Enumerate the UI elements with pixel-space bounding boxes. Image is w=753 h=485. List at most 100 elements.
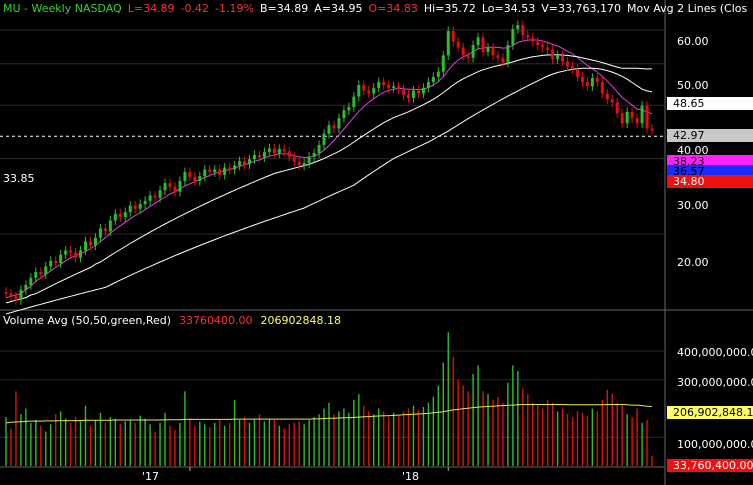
volume-bar	[601, 399, 604, 466]
candle-body	[49, 260, 53, 267]
volume-bar	[303, 424, 305, 466]
candle-body	[233, 165, 237, 170]
volume-tick: 400,000,000.00	[677, 346, 753, 359]
volume-bar	[507, 382, 509, 466]
volume-bar	[238, 420, 241, 466]
price-tick: 20.00	[677, 256, 709, 269]
candle-body	[551, 49, 555, 59]
volume-bar	[25, 408, 27, 466]
volume-bar	[298, 421, 300, 466]
volume-bar	[59, 411, 62, 466]
candle-body	[615, 102, 619, 114]
moving-average-line	[5, 39, 653, 299]
candle-body	[620, 113, 624, 124]
candle-body	[491, 47, 495, 56]
candle-body	[431, 76, 435, 83]
candle-body	[461, 47, 465, 56]
volume-bar	[184, 391, 186, 466]
change-percent: -1.19%	[215, 2, 254, 15]
candle-body	[183, 172, 187, 181]
volume-bar	[338, 411, 340, 466]
volume-bar	[457, 379, 459, 466]
candle-body	[536, 41, 540, 46]
candle-body	[108, 220, 112, 232]
candle-body	[471, 45, 475, 58]
volume-bar	[124, 421, 126, 466]
candle-body	[248, 159, 251, 165]
volume-study-label: Volume Avg (50,50,green,Red)	[3, 314, 172, 327]
volume-bar	[556, 411, 559, 466]
volume-bar	[581, 412, 584, 466]
candle-body	[416, 90, 420, 94]
candle-body	[367, 90, 371, 94]
volume-bar	[363, 405, 365, 466]
candle-body	[506, 45, 510, 63]
volume-bar	[497, 397, 499, 466]
volume-bar	[228, 422, 231, 466]
volume-bar	[591, 408, 594, 466]
candle-body	[54, 260, 58, 264]
candle-body	[287, 151, 291, 157]
volume-bar	[149, 424, 151, 466]
candle-body	[501, 57, 505, 63]
volume-bar	[626, 414, 628, 466]
candle-body	[282, 148, 286, 152]
candle-body	[382, 82, 386, 85]
volume-bar	[452, 356, 454, 466]
volume-bar	[5, 417, 7, 466]
candle-body	[98, 228, 102, 238]
volume-bar	[467, 391, 469, 466]
high-price: Hi=35.72	[423, 2, 476, 15]
volume-bar	[35, 420, 37, 466]
volume-bar	[358, 394, 360, 466]
volume-bar	[40, 425, 42, 466]
candle-body	[357, 84, 361, 97]
candle-body	[402, 89, 406, 95]
volume-bar	[209, 427, 211, 466]
candle-body	[29, 277, 33, 285]
candle-body	[19, 289, 23, 301]
volume-bar	[348, 412, 350, 466]
volume-bar	[129, 420, 131, 466]
volume-bar	[174, 430, 176, 466]
volume-tick: 300,000,000.00	[677, 376, 753, 389]
candle-body	[193, 176, 197, 181]
price-header: MU - Weekly NASDAQ L=34.89 -0.42 -1.19% B=34…	[3, 2, 753, 15]
volume-bar	[377, 408, 380, 466]
volume-tick: 100,000,000.00	[677, 438, 753, 451]
volume-study-value2: 206902848.18	[260, 314, 341, 327]
candle-body	[640, 105, 644, 124]
volume-bar	[397, 415, 400, 466]
candle-body	[342, 110, 346, 119]
candle-body	[531, 37, 535, 42]
volume-bar	[512, 365, 514, 466]
volume-bar	[551, 402, 554, 466]
candle-body	[208, 169, 212, 173]
volume-bar	[392, 412, 395, 466]
candle-body	[34, 271, 38, 278]
volume-bar	[353, 399, 355, 466]
candle-body	[441, 55, 445, 72]
volume-bar	[576, 411, 579, 466]
candle-body	[635, 118, 639, 124]
candle-body	[595, 78, 599, 83]
candle-body	[64, 250, 68, 255]
volume-study-value1: 33760400.00	[179, 314, 253, 327]
candle-body	[362, 84, 366, 91]
volume-bar	[651, 456, 653, 466]
candle-body	[302, 163, 306, 166]
price-tick: 50.00	[677, 79, 709, 92]
price-tag-34: 34.80	[667, 175, 753, 188]
volume-bar	[323, 408, 325, 466]
candle-body	[511, 28, 515, 46]
candle-body	[571, 66, 574, 70]
candle-body	[590, 78, 594, 87]
volume-bar	[641, 422, 643, 466]
price-tag-43: 42.97	[667, 129, 753, 142]
low-price: Lo=34.53	[481, 2, 536, 15]
candle-body	[243, 161, 247, 165]
volume-bar	[79, 421, 82, 466]
volume-bar	[318, 414, 320, 466]
volume-bar	[218, 420, 221, 466]
reference-line-label: 33.85	[3, 172, 35, 185]
